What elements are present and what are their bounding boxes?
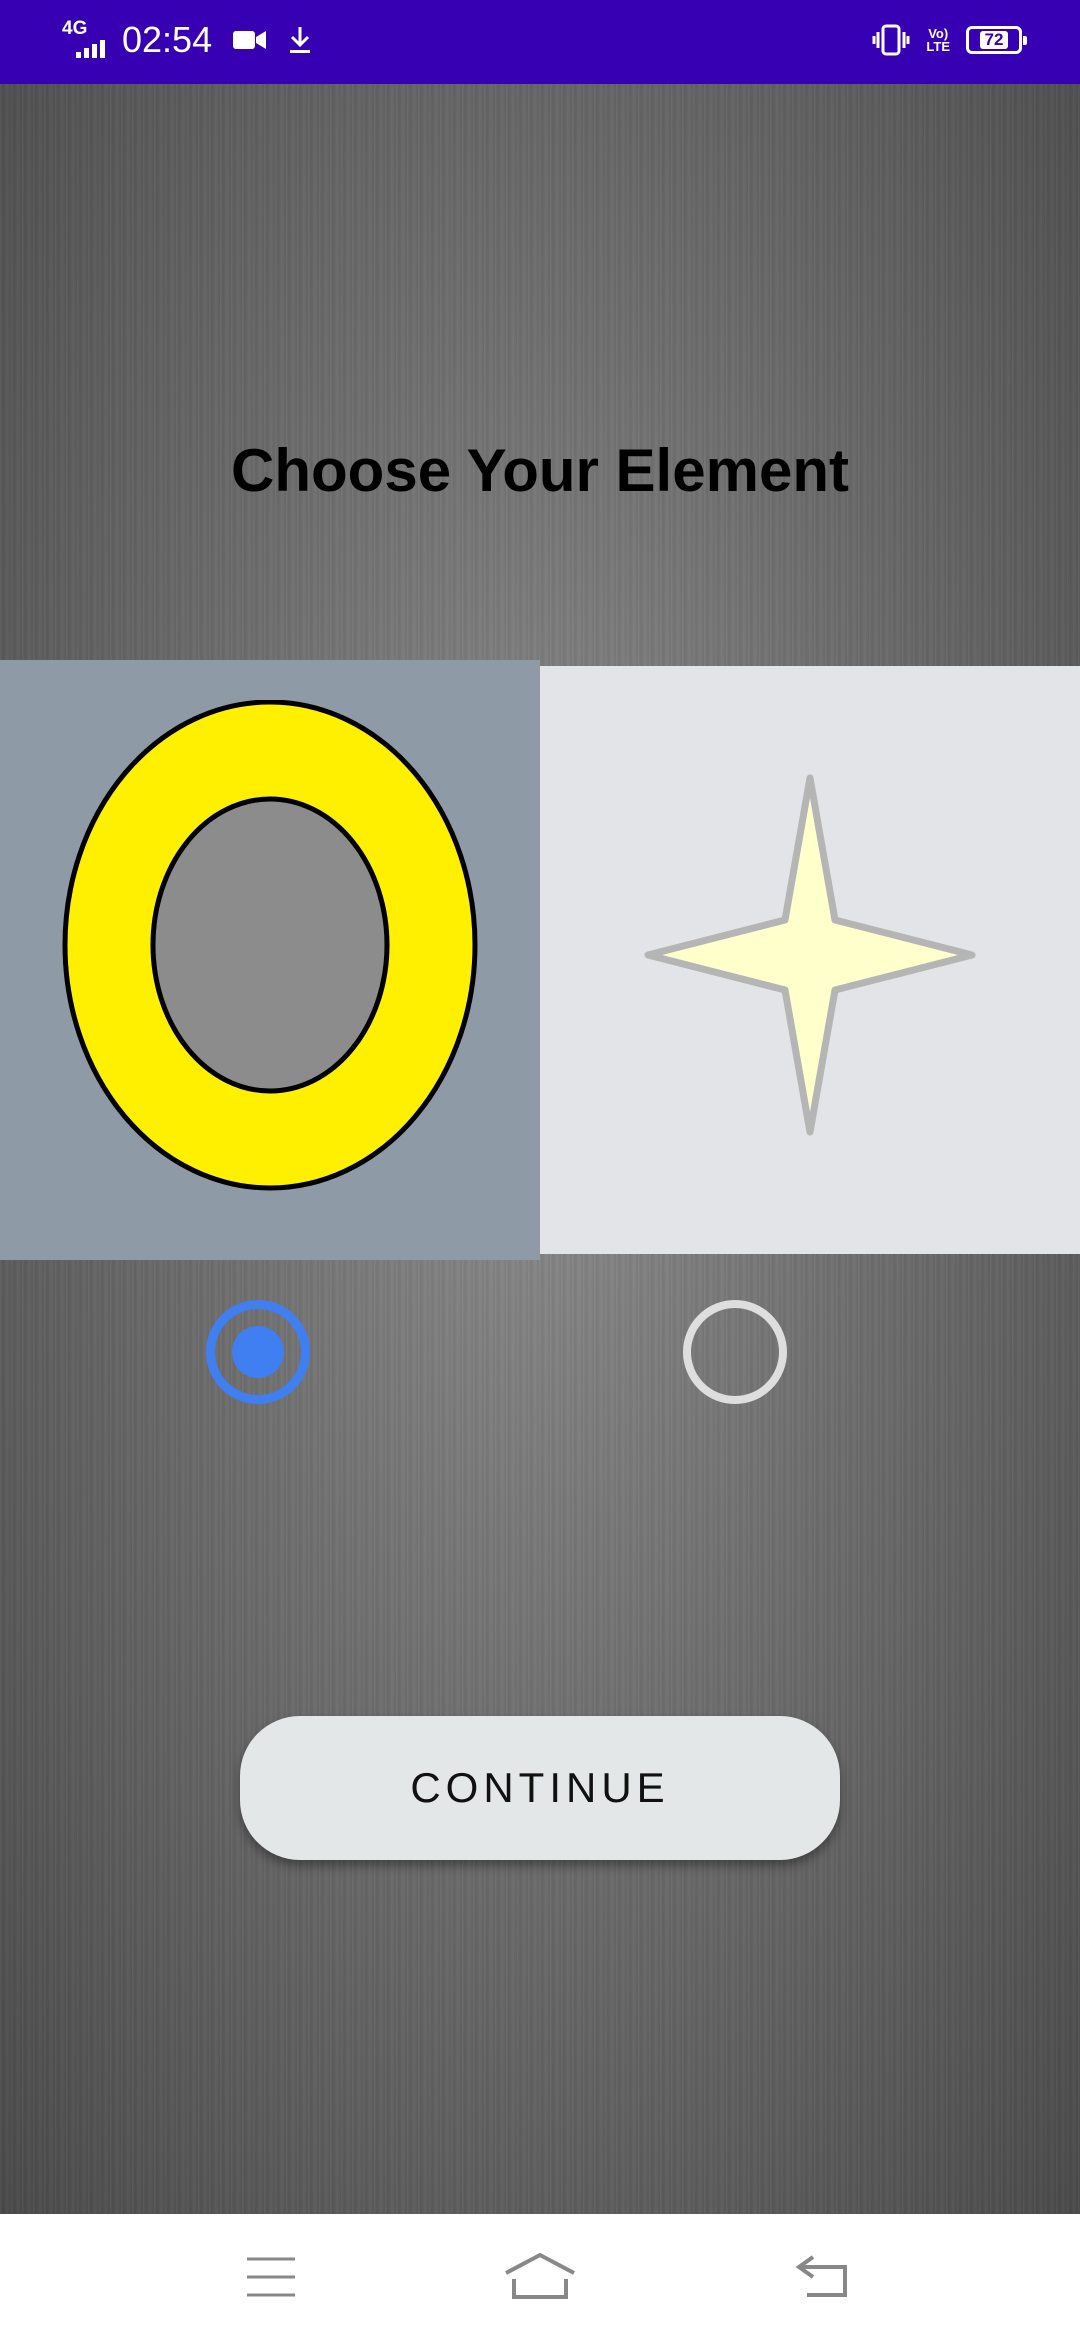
option-ring[interactable]	[0, 660, 540, 1260]
download-icon	[290, 27, 311, 53]
vibrate-icon	[872, 24, 910, 56]
status-left: 4G 02:54	[62, 18, 314, 62]
volte-icon: Vo) LTE	[926, 26, 950, 54]
battery-icon: 72	[966, 26, 1027, 54]
status-bar: 4G 02:54 Vo) LTE 72	[0, 0, 1080, 84]
network-type: 4G	[62, 18, 88, 39]
radio-star[interactable]	[683, 1300, 787, 1404]
signal-icon: 4G	[62, 18, 112, 62]
radio-dot	[232, 1326, 284, 1378]
home-icon[interactable]	[500, 2244, 580, 2310]
video-camera-icon	[233, 31, 267, 49]
option-star[interactable]	[540, 666, 1080, 1254]
menu-icon[interactable]	[231, 2244, 311, 2310]
navigation-bar	[0, 2214, 1080, 2340]
yellow-ring-icon	[62, 700, 478, 1191]
page-title: Choose Your Element	[231, 437, 849, 504]
status-right: Vo) LTE 72	[872, 24, 1027, 56]
continue-button[interactable]: CONTINUE	[240, 1716, 840, 1860]
radio-ring-selected[interactable]	[206, 1300, 310, 1404]
four-point-star-icon	[644, 774, 976, 1136]
battery-level: 72	[979, 31, 1009, 49]
clock: 02:54	[122, 19, 213, 60]
back-icon[interactable]	[783, 2244, 863, 2310]
